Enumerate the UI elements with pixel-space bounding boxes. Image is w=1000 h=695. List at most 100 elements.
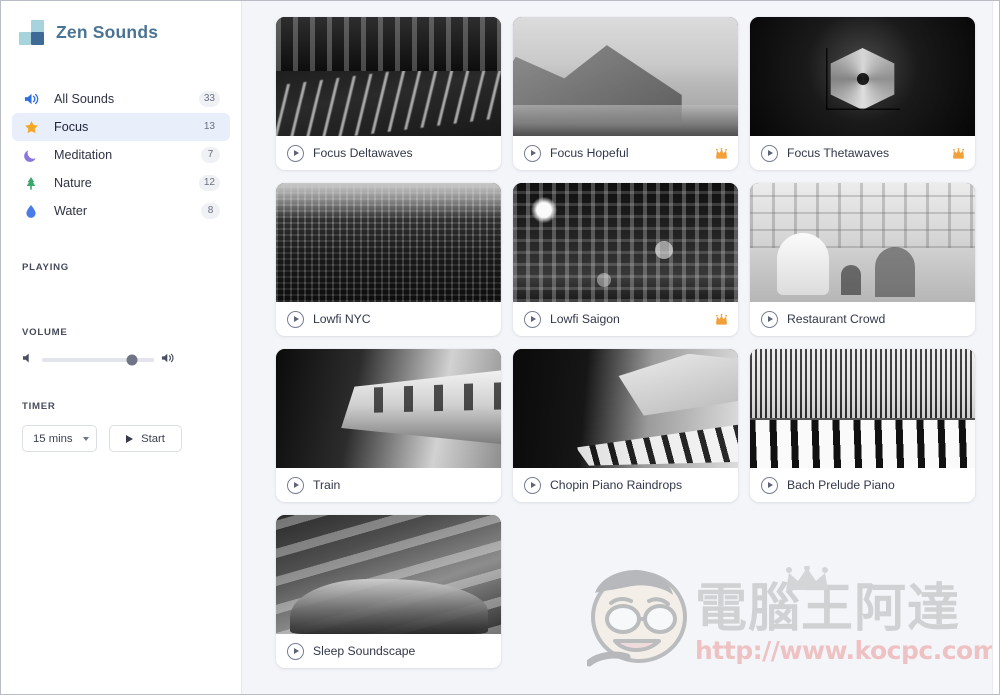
moon-icon bbox=[21, 148, 41, 163]
volume-section: VOLUME bbox=[1, 327, 241, 369]
sound-card-artwork bbox=[513, 183, 738, 302]
app-brand: Zen Sounds bbox=[1, 1, 241, 45]
blocks-logo-icon bbox=[19, 20, 45, 45]
sidebar-item-count: 33 bbox=[198, 91, 220, 107]
sound-card-title: Bach Prelude Piano bbox=[787, 478, 895, 492]
star-icon bbox=[21, 120, 41, 135]
sidebar-item-nature[interactable]: Nature 12 bbox=[12, 169, 230, 197]
speaker-high-icon[interactable] bbox=[161, 351, 177, 369]
sound-card[interactable]: Restaurant Crowd bbox=[750, 183, 975, 336]
sidebar-item-water[interactable]: Water 8 bbox=[12, 197, 230, 225]
chevron-down-icon bbox=[83, 436, 89, 441]
volume-slider-thumb[interactable] bbox=[126, 354, 138, 366]
droplet-icon bbox=[21, 204, 41, 219]
timer-controls: 15 mins Start bbox=[1, 412, 241, 452]
timer-start-button[interactable]: Start bbox=[109, 425, 182, 452]
sound-card-footer: Train bbox=[276, 468, 501, 502]
play-icon bbox=[126, 434, 134, 443]
sound-card-artwork bbox=[750, 183, 975, 302]
vertical-scrollbar[interactable] bbox=[992, 1, 999, 694]
sound-card[interactable]: Chopin Piano Raindrops bbox=[513, 349, 738, 502]
sidebar-item-focus[interactable]: Focus 13 bbox=[12, 113, 230, 141]
sound-card-footer: Focus Deltawaves bbox=[276, 136, 501, 170]
play-circle-icon[interactable] bbox=[287, 642, 304, 660]
play-circle-icon[interactable] bbox=[524, 310, 541, 328]
play-circle-icon[interactable] bbox=[524, 476, 541, 494]
sound-card-artwork bbox=[276, 17, 501, 136]
sound-card-title: Lowfi Saigon bbox=[550, 312, 620, 326]
sound-card-title: Sleep Soundscape bbox=[313, 644, 416, 658]
sound-card[interactable]: Train bbox=[276, 349, 501, 502]
play-circle-icon[interactable] bbox=[761, 310, 778, 328]
sidebar-item-count: 12 bbox=[198, 175, 220, 191]
main-content: Focus Deltawaves Focus Hopeful Focus Theta… bbox=[242, 1, 999, 694]
sound-card[interactable]: Sleep Soundscape bbox=[276, 515, 501, 668]
sound-card-footer: Focus Hopeful bbox=[513, 136, 738, 170]
sound-card[interactable]: Lowfi Saigon bbox=[513, 183, 738, 336]
sound-card-title: Focus Hopeful bbox=[550, 146, 629, 160]
sound-card[interactable]: Focus Deltawaves bbox=[276, 17, 501, 170]
sound-card-artwork bbox=[276, 183, 501, 302]
play-circle-icon[interactable] bbox=[761, 476, 778, 494]
play-circle-icon[interactable] bbox=[287, 476, 304, 494]
sound-card[interactable]: Lowfi NYC bbox=[276, 183, 501, 336]
sound-card-footer: Chopin Piano Raindrops bbox=[513, 468, 738, 502]
sound-card-artwork bbox=[276, 349, 501, 468]
sound-card-thumbnail bbox=[513, 17, 738, 136]
volume-slider[interactable] bbox=[42, 354, 154, 366]
volume-control[interactable] bbox=[1, 338, 177, 369]
sound-card[interactable]: Bach Prelude Piano bbox=[750, 349, 975, 502]
timer-duration-select[interactable]: 15 mins bbox=[22, 425, 97, 452]
sound-card-footer: Bach Prelude Piano bbox=[750, 468, 975, 502]
sound-card-thumbnail bbox=[750, 183, 975, 302]
play-circle-icon[interactable] bbox=[287, 144, 304, 162]
timer-section: TIMER 15 mins Start bbox=[1, 401, 241, 452]
sound-card-thumbnail bbox=[276, 349, 501, 468]
sound-card-thumbnail bbox=[750, 17, 975, 136]
crown-icon[interactable] bbox=[715, 147, 728, 159]
crown-icon[interactable] bbox=[715, 313, 728, 325]
sound-card-thumbnail bbox=[276, 515, 501, 634]
sidebar-nav: All Sounds 33 Focus 13 Meditation 7 Natu… bbox=[1, 85, 241, 225]
tree-icon bbox=[21, 176, 41, 191]
play-circle-icon[interactable] bbox=[524, 144, 541, 162]
volume-label: VOLUME bbox=[22, 327, 68, 338]
sound-card-artwork bbox=[750, 349, 975, 468]
timer-duration-value: 15 mins bbox=[33, 432, 73, 445]
speaker-icon bbox=[21, 92, 41, 106]
crown-icon[interactable] bbox=[952, 147, 965, 159]
sound-card-thumbnail bbox=[276, 17, 501, 136]
sidebar-item-label: Meditation bbox=[54, 148, 113, 162]
sidebar-item-count: 13 bbox=[203, 121, 215, 132]
speaker-low-icon[interactable] bbox=[22, 351, 35, 369]
sound-card-artwork bbox=[513, 17, 738, 136]
sound-card-artwork bbox=[276, 515, 501, 634]
sound-card-thumbnail bbox=[750, 349, 975, 468]
sidebar-item-all-sounds[interactable]: All Sounds 33 bbox=[12, 85, 230, 113]
sound-card-title: Train bbox=[313, 478, 341, 492]
sidebar-item-count: 7 bbox=[201, 147, 220, 163]
sidebar: Zen Sounds All Sounds 33 Focus 13 Medita… bbox=[1, 1, 242, 694]
playing-section: PLAYING bbox=[1, 262, 241, 299]
app-window: Zen Sounds All Sounds 33 Focus 13 Medita… bbox=[0, 0, 1000, 695]
sound-card-thumbnail bbox=[513, 183, 738, 302]
sound-card-footer: Focus Thetawaves bbox=[750, 136, 975, 170]
sound-card-footer: Restaurant Crowd bbox=[750, 302, 975, 336]
sidebar-item-meditation[interactable]: Meditation 7 bbox=[12, 141, 230, 169]
playing-label: PLAYING bbox=[22, 262, 70, 273]
timer-start-label: Start bbox=[141, 432, 165, 445]
sidebar-item-count: 8 bbox=[201, 203, 220, 219]
sound-card-footer: Sleep Soundscape bbox=[276, 634, 501, 668]
timer-label: TIMER bbox=[22, 401, 56, 412]
sidebar-item-label: Water bbox=[54, 204, 88, 218]
sound-card[interactable]: Focus Thetawaves bbox=[750, 17, 975, 170]
sound-card-grid: Focus Deltawaves Focus Hopeful Focus Theta… bbox=[242, 1, 987, 668]
play-circle-icon[interactable] bbox=[761, 144, 778, 162]
sound-card-thumbnail bbox=[276, 183, 501, 302]
sidebar-item-label: Nature bbox=[54, 176, 92, 190]
sidebar-item-label: All Sounds bbox=[54, 92, 115, 106]
sound-card-footer: Lowfi NYC bbox=[276, 302, 501, 336]
play-circle-icon[interactable] bbox=[287, 310, 304, 328]
sound-card-title: Restaurant Crowd bbox=[787, 312, 886, 326]
sound-card[interactable]: Focus Hopeful bbox=[513, 17, 738, 170]
